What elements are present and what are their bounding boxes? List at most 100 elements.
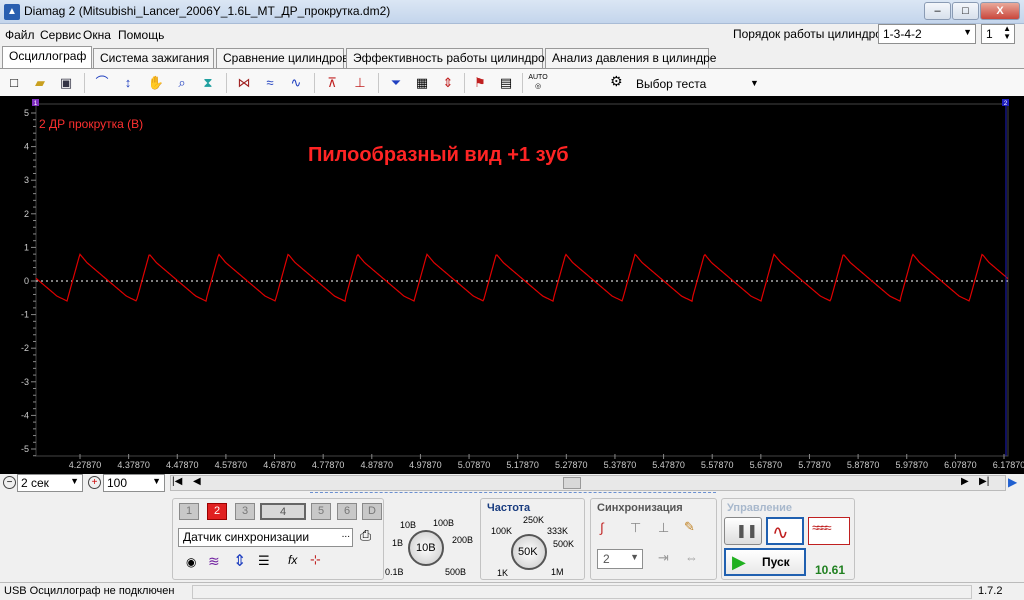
multi-wave-button[interactable]: ≈≈≈≈ <box>808 517 850 545</box>
channel-label: 2 ДР прокрутка (В) <box>39 117 144 131</box>
freq-label-500k: 500K <box>553 539 575 549</box>
scroll-end-icon[interactable]: ▶| <box>979 476 989 487</box>
scroll-thumb[interactable] <box>563 477 581 489</box>
split-icon[interactable]: ⇕ <box>438 73 458 93</box>
scroll-right-icon[interactable]: ▶ <box>961 476 969 487</box>
title-bar: ▲ Diamag 2 (Mitsubishi_Lancer_2006Y_1.6L… <box>0 0 1024 24</box>
lines-icon[interactable]: ☰ <box>258 553 270 569</box>
filter-icon[interactable]: ⧗ <box>198 73 218 93</box>
single-wave-button[interactable]: ∿ <box>766 517 804 545</box>
freq-label-100k: 100K <box>491 526 513 536</box>
x-tick-label: 4.27870 <box>69 460 102 470</box>
filter-funnel-icon[interactable]: ⏷ <box>386 73 406 93</box>
vertical-cursor-icon[interactable]: ⌒ <box>92 73 112 93</box>
freq-label-1m: 1M <box>551 567 564 577</box>
invert-icon[interactable]: ⊹ <box>310 552 321 568</box>
horizontal-scrollbar[interactable]: |◀ ◀ ▶ ▶| <box>170 475 1006 491</box>
sensor-more-button[interactable]: ... <box>342 529 350 540</box>
zoom-in-icon[interactable]: + <box>88 476 101 489</box>
x-tick-label: 4.67870 <box>263 460 296 470</box>
channel-button-2[interactable]: 2 <box>207 503 227 520</box>
tab-cylinder-compare[interactable]: Сравнение цилиндров <box>216 48 349 68</box>
notes-icon[interactable]: ▤ <box>496 73 516 93</box>
save-icon[interactable]: ▣ <box>56 73 76 93</box>
control-title: Управление <box>727 502 793 514</box>
channel-button-6[interactable]: 6 <box>337 503 357 520</box>
x-tick-label: 4.87870 <box>361 460 394 470</box>
zero-offset-icon[interactable]: ⊥ <box>350 73 370 93</box>
vertical-scale-icon[interactable]: ⇕ <box>233 551 246 571</box>
x-tick-label: 5.17870 <box>506 460 539 470</box>
close-button[interactable]: X <box>980 2 1020 20</box>
y-tick-label: -1 <box>21 310 29 320</box>
sensor-select[interactable]: Датчик синхронизации ... <box>178 528 353 547</box>
tab-pressure-analysis[interactable]: Анализ давления в цилиндре <box>545 48 716 68</box>
chevron-down-icon: ▼ <box>70 476 79 486</box>
oscilloscope-area[interactable]: 5 4 3 2 1 0 -1 -2 -3 -4 -5 4.27870 4.37870 4.47870 4.… <box>0 96 1024 474</box>
maximize-button[interactable]: □ <box>952 2 979 20</box>
noise-filter-icon[interactable]: ≋ <box>208 553 220 570</box>
y-tick-label: -3 <box>21 377 29 387</box>
sensor-config-icon[interactable]: ⎙ <box>360 527 371 544</box>
channel-button-d[interactable]: D <box>362 503 382 520</box>
eye-icon[interactable]: ◉ <box>186 555 196 569</box>
start-button-label: Пуск <box>762 555 790 569</box>
cylinder-order-value: 1-3-4-2 <box>883 27 922 41</box>
start-button[interactable]: ▶ Пуск <box>724 548 806 576</box>
frequency-knob[interactable]: 50K <box>511 534 547 570</box>
hand-pan-icon[interactable]: ✋ <box>146 73 166 93</box>
tab-oscilloscope[interactable]: Осциллограф <box>2 46 92 69</box>
scroll-left-icon[interactable]: ◀ <box>193 476 201 487</box>
cylinder-count-stepper[interactable]: 1 ▲ ▼ <box>981 24 1015 44</box>
auto-scale-icon[interactable]: ⊼ <box>322 73 342 93</box>
channel-button-3[interactable]: 3 <box>235 503 255 520</box>
play-forward-icon[interactable]: ▶ <box>1008 475 1017 489</box>
minimize-button[interactable]: – <box>924 2 951 20</box>
channel-button-4[interactable]: 4 <box>260 503 306 520</box>
test-select[interactable]: ⚙ Выбор теста ▼ <box>610 73 768 93</box>
x-tick-label: 6.07870 <box>944 460 977 470</box>
wave-scale-icon[interactable]: ≈ <box>260 73 280 93</box>
table-icon[interactable]: ▦ <box>412 73 432 93</box>
sync-rising-icon[interactable]: ∫ <box>600 520 604 535</box>
channel-button-1[interactable]: 1 <box>179 503 199 520</box>
zoom-icon[interactable]: ⌕ <box>172 73 192 93</box>
status-bar: USB Осциллограф не подключен 1.7.2 <box>0 582 1024 600</box>
auto-measure-icon[interactable]: AUTO ◎ <box>528 73 548 93</box>
pause-button[interactable]: ❚❚ <box>724 517 762 545</box>
sync-auto-icon[interactable]: ✎ <box>684 519 695 535</box>
y-tick-label: -4 <box>21 410 29 420</box>
zoom-out-icon[interactable]: − <box>3 476 16 489</box>
tab-ignition[interactable]: Система зажигания <box>93 48 214 68</box>
tab-cylinder-efficiency[interactable]: Эффективность работы цилиндров <box>346 48 551 68</box>
flag-marker-icon[interactable]: ⚑ <box>470 73 490 93</box>
cylinder-order-select[interactable]: 1-3-4-2 ▼ <box>878 24 976 44</box>
y-tick-label: 5 <box>24 108 29 118</box>
zoom-select[interactable]: 100 ▼ <box>103 474 165 492</box>
sine-wave-icon: ∿ <box>772 522 789 544</box>
new-file-icon[interactable]: □ <box>4 73 24 93</box>
menu-help[interactable]: Помощь <box>118 28 164 42</box>
menu-windows[interactable]: Окна <box>83 28 111 42</box>
wave-overlay-icon[interactable]: ∿ <box>286 73 306 93</box>
menu-file[interactable]: Файл <box>5 28 35 42</box>
sync-channel-select[interactable]: 2 ▼ <box>597 549 643 569</box>
open-folder-icon[interactable]: ▰ <box>30 73 50 93</box>
sync-up-icon[interactable]: ⊤ <box>630 520 641 536</box>
voltage-label-200v: 200В <box>452 535 474 545</box>
sync-shift-icon[interactable]: ⇔ <box>685 550 698 565</box>
voltage-knob[interactable]: 10В <box>408 530 444 566</box>
compress-icon[interactable]: ⋈ <box>234 73 254 93</box>
scroll-start-icon[interactable]: |◀ <box>172 476 182 487</box>
function-icon[interactable]: fx <box>288 553 297 567</box>
x-tick-label: 5.87870 <box>847 460 880 470</box>
y-tick-label: -2 <box>21 343 29 353</box>
time-scale-select[interactable]: 2 сек ▼ <box>17 474 83 492</box>
x-tick-label: 5.77870 <box>798 460 831 470</box>
channel-button-5[interactable]: 5 <box>311 503 331 520</box>
measure-icon[interactable]: ↕ <box>118 73 138 93</box>
sync-level-icon[interactable]: ⇥ <box>658 550 669 566</box>
x-tick-label: 5.97870 <box>895 460 928 470</box>
sync-down-icon[interactable]: ⊥ <box>658 520 669 536</box>
menu-service[interactable]: Сервис <box>40 28 81 42</box>
